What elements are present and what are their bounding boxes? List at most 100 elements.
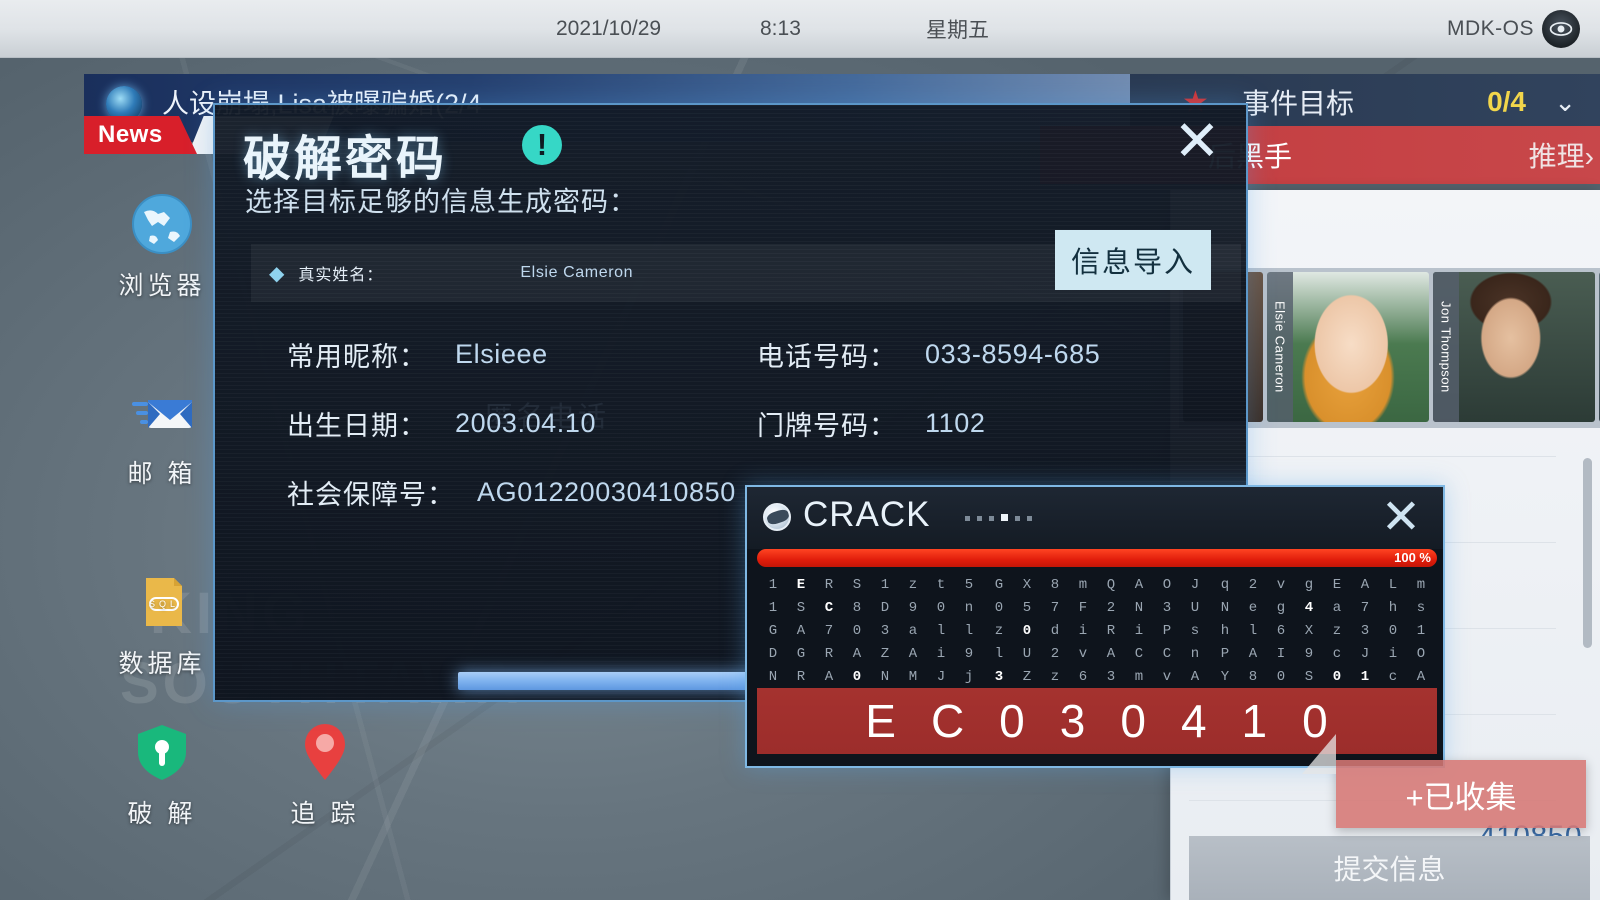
objective-count: 0/4 [1487, 86, 1526, 117]
shield-key-icon [130, 720, 194, 784]
crack-grid-char: 6 [1078, 669, 1088, 685]
crack-grid-char: l [964, 623, 974, 639]
crack-grid-char: N [880, 669, 890, 685]
crack-grid-char: 5 [1022, 600, 1032, 616]
crack-grid-char: 3 [1106, 669, 1116, 685]
character-card-elsie[interactable]: Elsie Cameron [1267, 272, 1429, 422]
dock-item-crack[interactable]: 破 解 [107, 720, 217, 830]
crack-grid-char: A [796, 623, 806, 639]
field-row-ssn[interactable]: 社会保障号： AG01220030410850 [287, 473, 736, 512]
crack-grid-char: C [1162, 646, 1172, 662]
crack-grid-char: e [1248, 600, 1258, 616]
crack-result-char: 0 [1120, 695, 1147, 747]
field-row-phone[interactable]: 电话号码： 033-8594-685 [757, 335, 1100, 374]
crack-grid-char: z [994, 623, 1004, 639]
map-pin-icon [293, 720, 357, 784]
crack-grid-row: z 0 d i Ri Ps [985, 621, 1209, 642]
crack-grid-char: U [1190, 600, 1200, 616]
dock-item-database[interactable]: SQL 数据库 [107, 570, 217, 680]
crack-grid-char: X [1304, 623, 1314, 639]
crack-grid-char: m [1078, 577, 1088, 593]
crack-grid-char: l [994, 646, 1004, 662]
field-row-birthdate[interactable]: 出生日期： 2003.04.10 [287, 404, 596, 443]
submit-info-button[interactable]: 提交信息 [1189, 836, 1590, 900]
crack-grid-char: g [1276, 600, 1286, 616]
crack-grid-char: 7 [824, 623, 834, 639]
crack-grid-char: G [768, 623, 778, 639]
character-card-jon[interactable]: Jon Thompson [1433, 272, 1595, 422]
exclamation-icon[interactable]: ! [522, 125, 562, 165]
mail-envelope-icon [130, 380, 194, 444]
system-status-bar: 2021/10/29 8:13 星期五 MDK-OS [0, 0, 1600, 58]
crack-grid-char: 0 [1276, 669, 1286, 685]
crack-grid-char: R [1106, 623, 1116, 639]
crack-grid-char: O [1416, 646, 1426, 662]
field-value: Elsieee [455, 339, 548, 369]
field-value: 2003.04.10 [455, 408, 597, 438]
dock-item-label: 数据库 [118, 650, 206, 678]
crack-grid-char: A [1248, 646, 1258, 662]
crack-grid-char: c [1388, 669, 1398, 685]
crack-grid-char: i [1134, 623, 1144, 639]
crack-result-char: 0 [999, 695, 1026, 747]
crack-character-grid: 1ERS1zt51SC8D90nGA703allDGRAZAi9NRA0NMJj… [747, 571, 1443, 689]
dock-item-mail[interactable]: 邮 箱 [107, 380, 217, 490]
objective-deduce-link[interactable]: 推理› [1529, 135, 1594, 175]
crack-grid-char: D [768, 646, 778, 662]
crack-grid-row: h l 6 Xz 3 0 1 [1211, 621, 1435, 642]
crack-grid-row: 1 S C 8 D 9 0 n [759, 598, 983, 619]
crack-grid-char: L [1388, 577, 1398, 593]
eye-logo-icon [1542, 9, 1580, 48]
import-info-button[interactable]: 信息导入 [1055, 230, 1211, 290]
crack-grid-char: G [994, 577, 1004, 593]
crack-grid-char: R [824, 577, 834, 593]
crack-grid-char: j [964, 669, 974, 685]
crack-progress-label: 100 % [1394, 550, 1431, 565]
dock-item-label: 追 踪 [290, 800, 360, 828]
field-label: 真实姓名： [298, 267, 384, 284]
crack-grid-char: O [1162, 577, 1172, 593]
dock-item-browser[interactable]: 浏览器 [107, 192, 217, 302]
dock-item-track[interactable]: 追 踪 [270, 720, 380, 830]
crack-grid-char: i [1078, 623, 1088, 639]
dock-item-label: 邮 箱 [127, 460, 197, 488]
crack-grid-char: 2 [1050, 646, 1060, 662]
crack-grid-char: a [908, 623, 918, 639]
crack-result-char: E [865, 695, 897, 747]
crack-grid-char: A [1134, 577, 1144, 593]
dialog-title: 破解密码 [243, 133, 448, 186]
crack-grid-char: 1 [1360, 669, 1370, 685]
crack-grid-char: 1 [768, 600, 778, 616]
crack-grid-block-3: q2vgEALmNeg4a7hshl6Xz301PAI9cJiOY80S01cA [1211, 575, 1435, 689]
close-icon[interactable]: ✕ [1166, 113, 1228, 175]
panel-scrollbar[interactable] [1583, 458, 1592, 648]
crack-grid-char: 7 [1050, 600, 1060, 616]
crack-grid-char: i [1388, 646, 1398, 662]
crack-grid-char: N [768, 669, 778, 685]
crack-window-title: CRACK [803, 495, 931, 534]
crack-grid-char: S [796, 600, 806, 616]
crack-window[interactable]: CRACK ✕ 100 % 1ERS1zt51SC8D90nGA703allDG… [745, 485, 1445, 768]
close-icon[interactable]: ✕ [1373, 493, 1429, 545]
field-row-nickname[interactable]: 常用昵称： Elsieee [287, 335, 548, 374]
crack-grid-char: h [1220, 623, 1230, 639]
crack-grid-char: 3 [1360, 623, 1370, 639]
crack-grid-char: U [1022, 646, 1032, 662]
field-row-house-number[interactable]: 门牌号码： 1102 [757, 404, 985, 443]
crack-grid-char: 9 [908, 600, 918, 616]
crack-grid-char: 0 [1332, 669, 1342, 685]
crack-grid-row: N R A 0 N M Jj [759, 667, 983, 688]
crack-grid-char: E [796, 577, 806, 593]
crack-grid-row: 0 5 7 F 2 N 3 U [985, 598, 1209, 619]
chevron-down-icon[interactable]: ⌄ [1554, 87, 1576, 118]
dialog-subtitle: 选择目标足够的信息生成密码： [245, 187, 637, 217]
svg-text:SQL: SQL [149, 599, 179, 609]
crack-window-header[interactable]: CRACK ✕ [747, 487, 1443, 549]
crack-grid-row: Y 8 0 S 0 1 c A [1211, 667, 1435, 688]
crack-grid-char: s [1190, 623, 1200, 639]
crack-grid-char: 0 [852, 669, 862, 685]
crack-grid-char: 3 [880, 623, 890, 639]
crack-grid-char: 0 [1022, 623, 1032, 639]
character-card-label: Jon Thompson [1433, 272, 1459, 422]
crack-grid-char: 9 [964, 646, 974, 662]
